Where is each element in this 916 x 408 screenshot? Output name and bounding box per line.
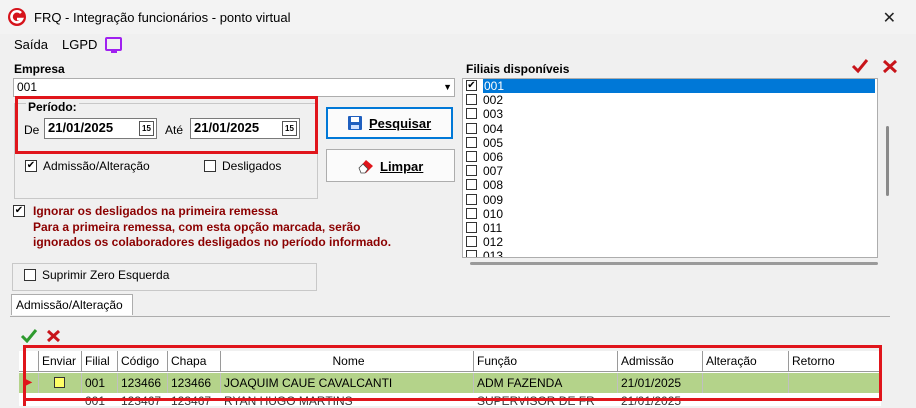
limpar-button[interactable]: Limpar [326, 149, 455, 182]
filial-code: 009 [483, 192, 504, 207]
filial-checkbox[interactable] [466, 136, 477, 148]
calendar-icon[interactable]: 15 [282, 121, 297, 136]
list-item[interactable]: 007 [463, 164, 877, 178]
filial-checkbox[interactable] [466, 108, 477, 120]
filial-code: 004 [483, 121, 504, 136]
filial-checkbox[interactable] [466, 94, 477, 106]
list-item[interactable]: 006 [463, 150, 877, 164]
date-to-input[interactable]: 21/01/2025 15 [190, 118, 300, 139]
list-item[interactable]: 002 [463, 93, 877, 107]
filial-code: 002 [483, 93, 504, 108]
empresa-label: Empresa [14, 62, 65, 76]
list-item[interactable]: 013 [463, 249, 877, 258]
list-item[interactable]: 005 [463, 136, 877, 150]
list-item[interactable]: 009 [463, 193, 877, 207]
filial-checkbox[interactable] [466, 193, 477, 205]
filial-code: 003 [483, 107, 504, 122]
app-logo-icon [8, 8, 26, 26]
tv-icon[interactable] [105, 37, 122, 53]
suprimir-label: Suprimir Zero Esquerda [42, 268, 170, 282]
list-item[interactable]: 011 [463, 221, 877, 235]
list-item[interactable]: 008 [463, 178, 877, 192]
filial-checkbox[interactable] [466, 236, 477, 248]
filial-code: 001 [483, 79, 875, 93]
filial-checkbox[interactable]: ✔ [466, 80, 477, 91]
x-icon[interactable] [882, 59, 898, 74]
filiais-label: Filiais disponíveis [466, 62, 570, 76]
filial-code: 005 [483, 135, 504, 150]
filial-checkbox[interactable] [466, 250, 477, 257]
limpar-label: Limpar [380, 159, 424, 174]
filiais-scrollbar[interactable] [879, 78, 896, 258]
pesquisar-button[interactable]: Pesquisar [326, 107, 453, 139]
checkmark-icon[interactable] [851, 58, 869, 74]
date-to-value: 21/01/2025 [194, 120, 260, 135]
ignorar-note-line1: Para a primeira remessa, com esta opção … [33, 220, 361, 234]
ignorar-checkbox[interactable]: ✔ [13, 205, 25, 217]
highlight-grid-left [23, 350, 26, 406]
list-item[interactable]: 012 [463, 235, 877, 249]
window-title: FRQ - Integração funcionários - ponto vi… [34, 10, 291, 25]
filial-checkbox[interactable] [466, 122, 477, 134]
de-label: De [24, 123, 40, 137]
filiais-hscrollbar[interactable] [470, 262, 878, 265]
filial-code: 008 [483, 178, 504, 193]
calendar-icon[interactable]: 15 [139, 121, 154, 136]
eraser-icon [358, 160, 373, 174]
pesquisar-label: Pesquisar [369, 116, 432, 131]
menu-item-lgpd[interactable]: LGPD [62, 37, 97, 52]
list-item[interactable]: 010 [463, 207, 877, 221]
empresa-value: 001 [17, 80, 38, 94]
list-item[interactable]: 004 [463, 122, 877, 136]
empresa-select[interactable]: 001 ▼ [13, 78, 455, 97]
menu-item-saida[interactable]: Saída [14, 37, 48, 52]
admissao-checkbox[interactable]: ✔ [25, 160, 37, 172]
filial-checkbox[interactable] [466, 165, 477, 177]
ignorar-label: Ignorar os desligados na primeira remess… [33, 204, 278, 218]
filial-code: 007 [483, 164, 504, 179]
suprimir-checkbox[interactable] [24, 269, 36, 281]
filial-code: 013 [483, 249, 504, 258]
filial-checkbox[interactable] [466, 207, 477, 219]
desligados-checkbox[interactable] [204, 160, 216, 172]
list-item[interactable]: 003 [463, 107, 877, 121]
filiais-list[interactable]: ✔ 001 002 003 004 005 006 007 008 009 010 011 012 013 [462, 78, 878, 258]
filial-code: 006 [483, 149, 504, 164]
close-icon[interactable]: ✕ [883, 8, 896, 28]
floppy-disk-icon [348, 116, 362, 130]
admissao-label: Admissão/Alteração [43, 159, 150, 173]
ignorar-note-line2: ignorados os colaboradores desligados no… [33, 235, 392, 249]
highlight-grid [23, 345, 882, 401]
checkmark-icon[interactable] [20, 328, 38, 343]
filial-checkbox[interactable] [466, 179, 477, 191]
ate-label: Até [165, 123, 184, 137]
date-from-input[interactable]: 21/01/2025 15 [44, 118, 157, 139]
tab-admissao[interactable]: Admissão/Alteração [11, 294, 133, 315]
x-icon[interactable] [46, 329, 61, 343]
date-from-value: 21/01/2025 [48, 120, 114, 135]
list-item[interactable]: ✔ 001 [463, 79, 877, 93]
desligados-label: Desligados [222, 159, 282, 173]
filial-checkbox[interactable] [466, 221, 477, 233]
dropdown-arrow-icon[interactable]: ▼ [443, 82, 452, 92]
filial-code: 010 [483, 206, 504, 221]
filial-checkbox[interactable] [466, 150, 477, 162]
periodo-label: Período: [26, 100, 79, 114]
filial-code: 012 [483, 235, 504, 250]
filial-code: 011 [483, 220, 503, 235]
